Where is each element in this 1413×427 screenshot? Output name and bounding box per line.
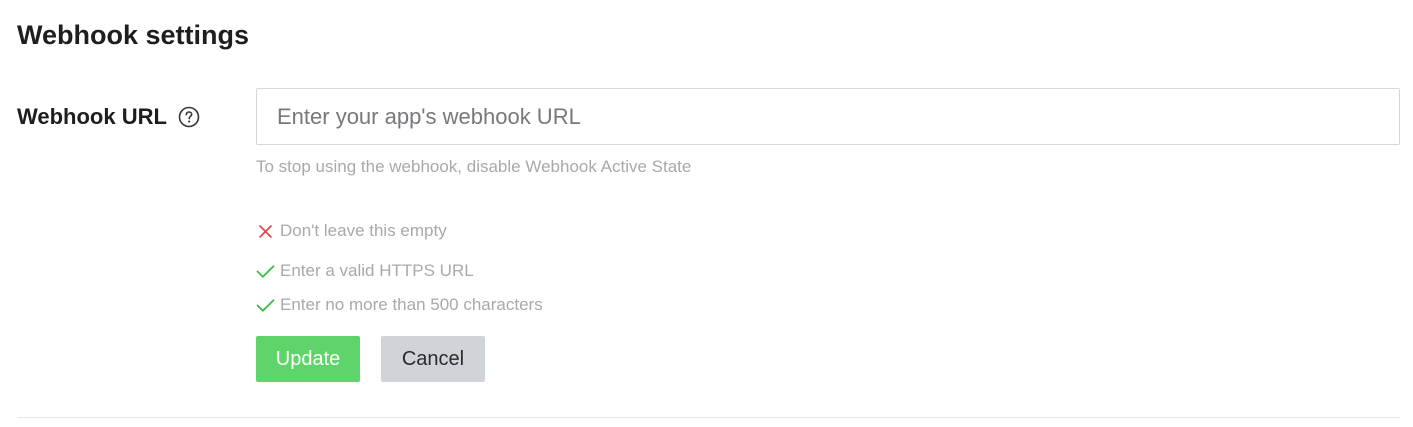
validation-rule-not-empty: Don't leave this empty [256, 220, 543, 242]
section-title: Webhook settings [17, 20, 250, 50]
cancel-button[interactable]: Cancel [381, 336, 485, 382]
validation-rule-max-length: Enter no more than 500 characters [256, 276, 543, 322]
section-divider [17, 417, 1400, 418]
check-icon [256, 262, 275, 281]
webhook-url-hint: To stop using the webhook, disable Webho… [256, 157, 692, 176]
update-button[interactable]: Update [256, 336, 360, 382]
x-icon [256, 222, 275, 241]
check-icon [256, 296, 275, 315]
help-icon[interactable] [178, 106, 200, 128]
validation-rule-text: Enter a valid HTTPS URL [280, 261, 474, 280]
webhook-url-label-text: Webhook URL [17, 104, 167, 129]
webhook-url-label: Webhook URL [17, 102, 200, 132]
validation-rule-text: Don't leave this empty [280, 221, 447, 240]
webhook-url-input[interactable] [256, 88, 1400, 145]
validation-rule-text: Enter no more than 500 characters [280, 295, 543, 314]
validation-list: Don't leave this empty Enter a valid HTT… [256, 220, 543, 322]
